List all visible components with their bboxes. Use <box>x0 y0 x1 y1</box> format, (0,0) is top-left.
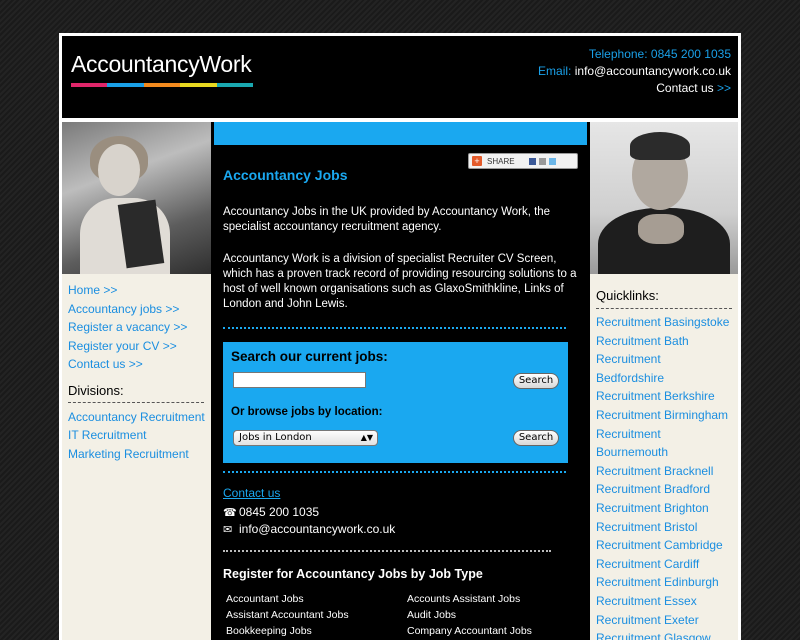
logo-color-segment <box>216 83 254 87</box>
main-content: + SHARE Accountancy Jobs Accountancy Job… <box>214 122 587 640</box>
quicklink-item[interactable]: Recruitment Cambridge <box>596 536 732 555</box>
quicklink-item[interactable]: Recruitment Bournemouth <box>596 425 732 462</box>
quicklinks-heading: Quicklinks: <box>596 288 659 303</box>
browse-search-button[interactable]: Search <box>513 430 559 446</box>
divisions-heading: Divisions: <box>68 382 124 398</box>
about-paragraph: Accountancy Work is a division of specia… <box>223 253 577 310</box>
header-contact-link[interactable]: Contact us >> <box>538 80 731 97</box>
quicklinks-divider <box>596 308 732 309</box>
quicklink-item[interactable]: Recruitment Basingstoke <box>596 313 732 332</box>
telephone-icon: ☎ <box>223 506 237 519</box>
header-email: Email: info@accountancywork.co.uk <box>538 63 731 80</box>
main-top-bar <box>214 122 587 145</box>
search-button[interactable]: Search <box>513 373 559 389</box>
quicklink-item[interactable]: Recruitment Bristol <box>596 518 732 537</box>
quicklink-item[interactable]: Recruitment Edinburgh <box>596 573 732 592</box>
contact-us-link[interactable]: Contact us <box>223 486 280 500</box>
quicklink-item[interactable]: Recruitment Berkshire <box>596 387 732 406</box>
page-frame: AccountancyWork Telephone: 0845 200 1035… <box>59 33 741 640</box>
left-sidebar: Home >> Accountancy jobs >> Register a v… <box>62 122 211 640</box>
search-input[interactable] <box>233 372 366 388</box>
register-heading: Register for Accountancy Jobs by Job Typ… <box>223 567 483 581</box>
photo-hands <box>638 214 684 244</box>
addthis-plus-icon: + <box>472 156 482 166</box>
division-accountancy[interactable]: Accountancy Recruitment <box>68 408 205 427</box>
quicklinks-list: Recruitment Basingstoke Recruitment Bath R… <box>590 313 738 640</box>
divisions-divider <box>68 401 204 403</box>
quicklink-item[interactable]: Recruitment Bedfordshire <box>596 350 732 387</box>
right-sidebar: Quicklinks: Recruitment Basingstoke Recru… <box>590 122 738 640</box>
location-selected: Jobs in London <box>239 432 312 443</box>
facebook-icon <box>528 157 536 165</box>
location-select[interactable]: Jobs in London ▲▼ <box>233 430 378 446</box>
nav-home[interactable]: Home >> <box>68 281 205 300</box>
nav-register-vacancy[interactable]: Register a vacancy >> <box>68 318 205 337</box>
logo-color-segment <box>180 83 217 87</box>
logo-color-segment <box>143 83 181 87</box>
digg-icon <box>538 157 546 165</box>
share-label: SHARE <box>487 156 515 166</box>
quicklink-item[interactable]: Recruitment Brighton <box>596 499 732 518</box>
nav-accountancy-jobs[interactable]: Accountancy jobs >> <box>68 300 205 319</box>
photo-head <box>98 144 140 196</box>
contact-us-label[interactable]: Contact us <box>656 81 713 95</box>
search-heading: Search our current jobs: <box>231 349 388 364</box>
email-label: Email: <box>538 64 572 78</box>
photo-hair <box>630 132 690 160</box>
header-telephone: Telephone: 0845 200 1035 <box>538 46 731 63</box>
quicklink-item[interactable]: Recruitment Exeter <box>596 611 732 630</box>
telephone-value: 0845 200 1035 <box>650 47 731 61</box>
woman-photo <box>62 122 211 274</box>
division-it[interactable]: IT Recruitment <box>68 426 205 445</box>
contact-email-value[interactable]: info@accountancywork.co.uk <box>239 522 395 536</box>
contact-phone: ☎ 0845 200 1035 <box>223 505 319 519</box>
quicklink-item[interactable]: Recruitment Bath <box>596 332 732 351</box>
browse-heading: Or browse jobs by location: <box>231 406 383 418</box>
job-type-list: Accountant Jobs Accounts Assistant Jobs … <box>226 592 576 638</box>
job-type-link[interactable]: Accounts Assistant Jobs <box>407 592 576 606</box>
left-nav: Home >> Accountancy jobs >> Register a v… <box>62 274 211 463</box>
telephone-label: Telephone: <box>588 47 648 61</box>
contact-us-arrow: >> <box>716 81 731 95</box>
division-marketing[interactable]: Marketing Recruitment <box>68 445 205 464</box>
contact-email: ✉ info@accountancywork.co.uk <box>223 522 395 536</box>
quicklink-item[interactable]: Recruitment Essex <box>596 592 732 611</box>
quicklink-item[interactable]: Recruitment Bracknell <box>596 462 732 481</box>
nav-contact-us[interactable]: Contact us >> <box>68 355 205 374</box>
header-contact: Telephone: 0845 200 1035 Email: info@acc… <box>538 46 731 97</box>
site-logo[interactable]: AccountancyWork <box>71 51 252 78</box>
man-photo <box>590 122 738 274</box>
select-arrows-icon: ▲▼ <box>360 433 373 442</box>
site-header: AccountancyWork Telephone: 0845 200 1035… <box>62 36 738 118</box>
quicklink-item[interactable]: Recruitment Birmingham <box>596 406 732 425</box>
section-divider <box>223 327 566 329</box>
quicklink-item[interactable]: Recruitment Cardiff <box>596 555 732 574</box>
logo-color-segment <box>107 83 144 87</box>
job-type-link[interactable]: Audit Jobs <box>407 608 576 622</box>
job-type-link[interactable]: Assistant Accountant Jobs <box>226 608 407 622</box>
intro-paragraph: Accountancy Jobs in the UK provided by A… <box>223 206 551 233</box>
envelope-icon: ✉ <box>223 523 233 536</box>
delicious-icon <box>548 157 556 165</box>
section-divider <box>223 471 566 473</box>
page-title: Accountancy Jobs <box>223 167 348 183</box>
logo-color-segment <box>71 83 108 87</box>
job-type-link[interactable]: Company Accountant Jobs <box>407 624 576 638</box>
job-type-link[interactable]: Accountant Jobs <box>226 592 407 606</box>
email-link[interactable]: info@accountancywork.co.uk <box>575 64 731 78</box>
share-button[interactable]: + SHARE <box>468 153 578 169</box>
section-divider <box>223 550 551 552</box>
quicklink-item[interactable]: Recruitment Glasgow <box>596 629 732 640</box>
nav-register-cv[interactable]: Register your CV >> <box>68 337 205 356</box>
quicklink-item[interactable]: Recruitment Bradford <box>596 480 732 499</box>
job-search-panel: Search our current jobs: Search Or brows… <box>223 342 568 463</box>
job-type-link[interactable]: Bookkeeping Jobs <box>226 624 407 638</box>
logo-color-bar <box>71 83 254 87</box>
contact-phone-value: 0845 200 1035 <box>239 505 320 519</box>
